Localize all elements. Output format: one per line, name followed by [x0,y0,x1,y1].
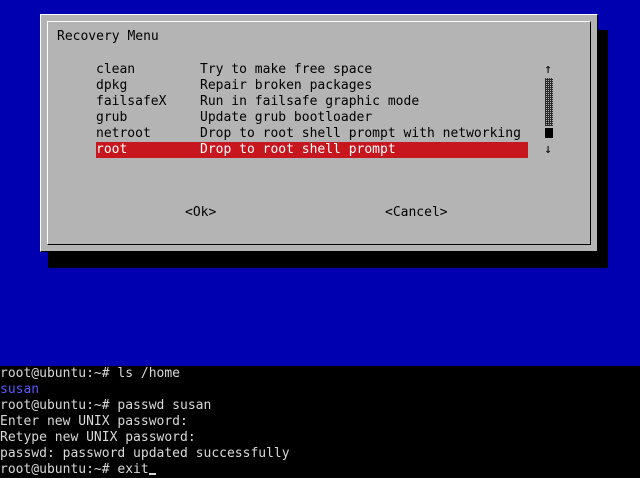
menu-item-key: failsafeX [96,94,167,109]
menu-item-root[interactable]: root Drop to root shell prompt [96,142,528,158]
scrollbar-track[interactable] [545,78,553,126]
terminal-output[interactable]: root@ubuntu:~# ls /home susan root@ubunt… [0,366,640,477]
menu-item-description: Repair broken packages [200,78,373,93]
terminal-line: root@ubuntu:~# ls /home [0,366,181,381]
terminal-line: Retype new UNIX password: [0,430,196,445]
terminal-prompt-line[interactable]: root@ubuntu:~# exit [0,462,156,478]
menu-item-grub[interactable]: grub Update grub bootloader [96,110,528,126]
menu-item-description: Try to make free space [200,62,373,77]
terminal-line: susan [0,382,40,397]
menu-item-failsafex[interactable]: failsafeX Run in failsafe graphic mode [96,94,528,110]
menu-item-key: grub [96,110,128,125]
arrow-up-icon[interactable]: ↑ [543,62,553,78]
menu-item-key: netroot [96,126,151,141]
menu-item-description: Run in failsafe graphic mode [200,94,420,109]
menu-item-key: dpkg [96,78,128,93]
ok-button[interactable]: <Ok> [185,205,216,221]
dialog-title: Recovery Menu [57,29,159,44]
terminal-command-text: root@ubuntu:~# exit [0,462,149,477]
terminal-line: root@ubuntu:~# passwd susan [0,398,212,413]
menu-item-key: root [96,142,128,157]
menu-item-dpkg[interactable]: dpkg Repair broken packages [96,78,528,94]
menu-item-clean[interactable]: clean Try to make free space [96,62,528,78]
terminal-line: Enter new UNIX password: [0,414,188,429]
arrow-down-icon[interactable]: ↓ [543,142,553,158]
recovery-menu-dialog: Recovery Menu clean Try to make free spa… [40,14,598,252]
menu-scrollbar[interactable]: ↑ ↓ [543,62,553,158]
cancel-button[interactable]: <Cancel> [385,205,448,221]
menu-item-description: Drop to root shell prompt [200,142,396,157]
menu-item-description: Drop to root shell prompt with networkin… [200,126,521,141]
scrollbar-thumb[interactable] [545,128,553,138]
menu-item-netroot[interactable]: netroot Drop to root shell prompt with n… [96,126,528,142]
menu-item-description: Update grub bootloader [200,110,373,125]
text-cursor [148,473,156,475]
recovery-menu-list: clean Try to make free space dpkg Repair… [96,62,528,158]
menu-item-key: clean [96,62,136,77]
terminal-line: passwd: password updated successfully [0,446,290,461]
